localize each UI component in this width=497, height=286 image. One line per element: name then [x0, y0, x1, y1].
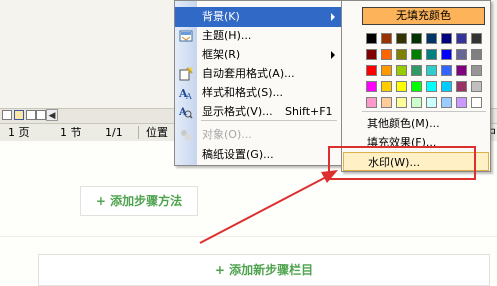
annotation-arrow — [199, 170, 338, 244]
